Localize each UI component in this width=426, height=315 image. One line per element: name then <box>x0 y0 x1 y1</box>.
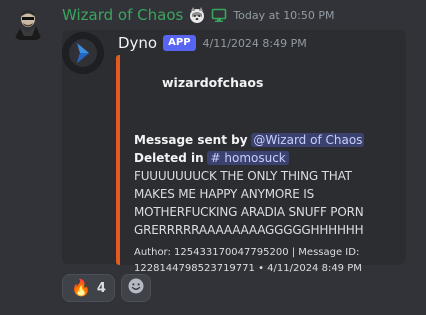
bot-header: Dyno APP 4/11/2024 8:49 PM <box>118 32 307 54</box>
channel-mention[interactable]: # homosuck <box>207 151 289 165</box>
author-name[interactable]: Wizard of Chaos <box>62 6 183 24</box>
deleted-message-content: FUUUUUUUCK THE ONLY THING THAT MAKES ME … <box>134 169 364 237</box>
bot-name[interactable]: Dyno <box>118 34 157 52</box>
embed-accent-bar <box>116 55 120 265</box>
embed-description: Message sent by @Wizard of Chaos Deleted… <box>134 131 392 239</box>
message-timestamp: Today at 10:50 PM <box>233 8 335 22</box>
user-avatar[interactable] <box>8 2 48 42</box>
add-reaction-button[interactable] <box>120 274 151 302</box>
deleted-in-label: Deleted in <box>134 151 204 165</box>
log-embed: wizardofchaos Message sent by @Wizard of… <box>116 55 398 274</box>
dyno-avatar[interactable] <box>62 32 104 74</box>
reactions-bar: 🔥 4 <box>62 274 151 302</box>
reaction-fire[interactable]: 🔥 4 <box>62 274 115 302</box>
user-mention[interactable]: @Wizard of Chaos <box>251 133 365 147</box>
channel-name: homosuck <box>224 151 286 165</box>
bot-timestamp: 4/11/2024 8:49 PM <box>202 36 307 50</box>
app-tag: APP <box>163 35 196 51</box>
reaction-count: 4 <box>96 280 106 296</box>
sent-by-label: Message sent by <box>134 133 248 147</box>
husky-icon <box>188 6 206 24</box>
channel-hash-icon: # <box>210 151 221 165</box>
footer-ids: Author: 125433170047795200 | Message ID: <box>134 247 360 258</box>
footer-ids-timestamp: 1228144798523719771 • 4/11/2024 8:49 PM <box>134 263 362 274</box>
embed-footer: Author: 125433170047795200 | Message ID:… <box>134 245 392 277</box>
add-reaction-icon <box>127 277 145 299</box>
fire-icon: 🔥 <box>71 278 91 297</box>
monitor-icon <box>211 7 227 23</box>
embed-author: wizardofchaos <box>162 75 264 90</box>
message-header: Wizard of Chaos Today at 10:50 PM <box>62 4 335 26</box>
bot-message: Dyno APP 4/11/2024 8:49 PM wizardofchaos… <box>62 30 406 274</box>
